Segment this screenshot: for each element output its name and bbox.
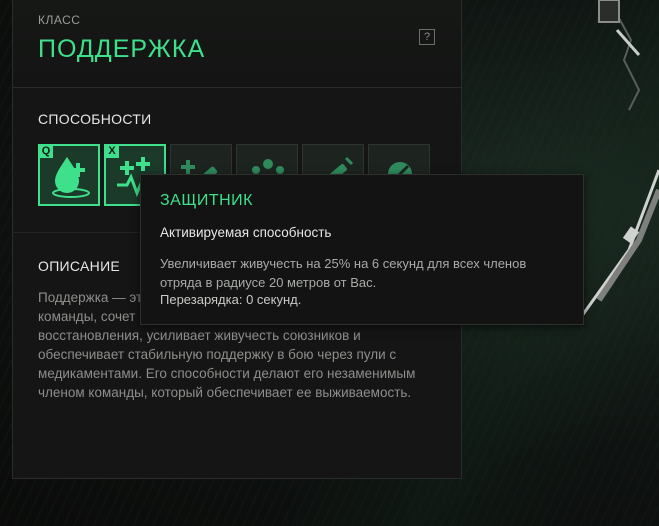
ability-slot-q[interactable]: Q — [38, 144, 100, 206]
description-title: ОПИСАНИЕ — [38, 258, 121, 274]
class-caption: КЛАСС — [38, 13, 81, 27]
class-name: ПОДДЕРЖКА — [38, 35, 206, 63]
description-line2: команды, сочет — [38, 309, 136, 324]
tooltip-cooldown: Перезарядка: 0 секунд. — [160, 292, 302, 307]
description-line1: Поддержка — эт — [38, 290, 143, 305]
ability-tooltip: ЗАЩИТНИК Активируемая способность Увелич… — [140, 174, 584, 325]
tooltip-type: Активируемая способность — [160, 225, 332, 240]
healing-drop-icon — [52, 157, 90, 198]
class-header: КЛАСС ПОДДЕРЖКА ? — [13, 0, 461, 88]
tooltip-title: ЗАЩИТНИК — [160, 192, 253, 209]
description-rest: восстановления, усиливает живучесть союз… — [38, 328, 416, 400]
abilities-title: СПОСОБНОСТИ — [38, 111, 152, 127]
tooltip-description: Увеличивает живучесть на 25% на 6 секунд… — [160, 256, 527, 290]
help-icon[interactable]: ? — [419, 29, 435, 45]
